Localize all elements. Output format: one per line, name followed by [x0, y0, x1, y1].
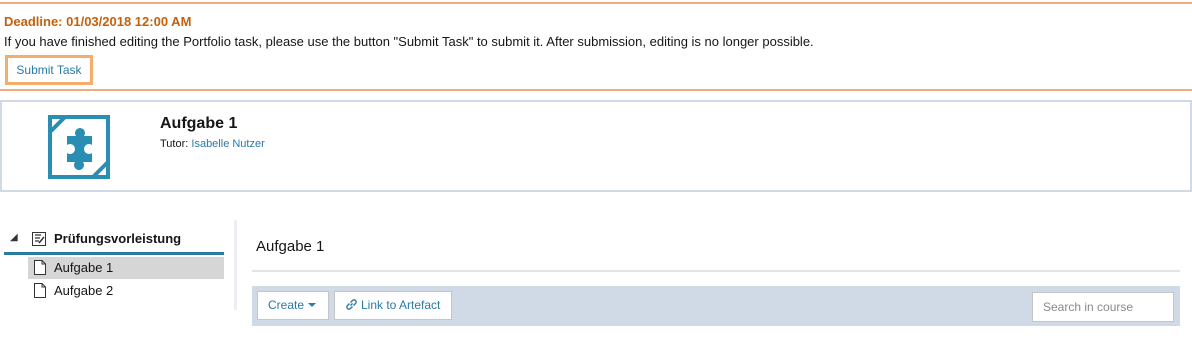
toolbar: Create Link to Artefact — [252, 286, 1180, 326]
link-icon — [346, 299, 357, 310]
link-label: Link to Artefact — [361, 298, 441, 312]
sidebar-divider — [234, 220, 237, 310]
title-divider — [252, 270, 1180, 272]
portfolio-icon — [32, 232, 46, 246]
create-dropdown-button[interactable]: Create — [257, 291, 329, 320]
document-icon — [34, 283, 46, 298]
caret-down-icon — [308, 303, 317, 307]
document-icon — [34, 260, 46, 275]
search-input[interactable] — [1032, 292, 1174, 322]
tree-item-aufgabe-1[interactable]: Aufgabe 1 — [28, 257, 224, 279]
tree-root-underline — [4, 252, 224, 255]
object-header: Aufgabe 1 Tutor: Isabelle Nutzer — [0, 100, 1192, 192]
link-to-artefact-button[interactable]: Link to Artefact — [334, 291, 452, 320]
create-label: Create — [268, 298, 305, 312]
tree-item-label: Aufgabe 2 — [54, 283, 114, 298]
portfolio-tree: ◢ Prüfungsvorleistung Aufgabe 1 Aufgabe … — [0, 220, 236, 320]
submit-instructions: If you have finished editing the Portfol… — [4, 34, 814, 49]
object-title: Aufgabe 1 — [160, 115, 238, 132]
tree-item-label: Aufgabe 1 — [54, 260, 114, 275]
tree-item-aufgabe-2[interactable]: Aufgabe 2 — [28, 280, 224, 302]
deadline-text: Deadline: 01/03/2018 12:00 AM — [4, 14, 192, 29]
submit-task-button[interactable]: Submit Task — [5, 55, 93, 85]
tutor-line: Tutor: Isabelle Nutzer — [160, 138, 265, 150]
tree-root-label: Prüfungsvorleistung — [54, 231, 182, 246]
deadline-notice: Deadline: 01/03/2018 12:00 AM If you hav… — [0, 2, 1192, 91]
tutor-link[interactable]: Isabelle Nutzer — [191, 138, 264, 150]
puzzle-icon — [47, 114, 111, 180]
collapse-triangle-icon[interactable]: ◢ — [10, 232, 18, 243]
tutor-label: Tutor: — [160, 138, 189, 150]
page-title: Aufgabe 1 — [256, 238, 325, 255]
tree-root[interactable]: ◢ Prüfungsvorleistung — [10, 230, 224, 252]
